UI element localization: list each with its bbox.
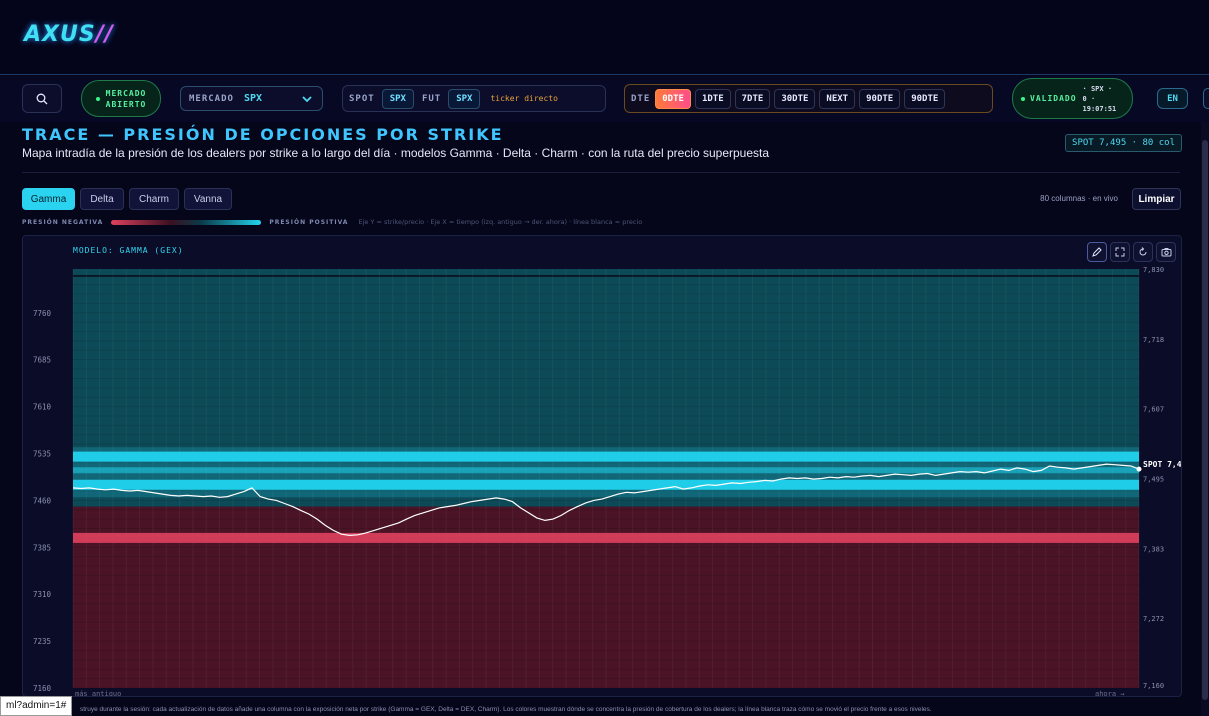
status-dot-icon	[1021, 96, 1025, 101]
search-button[interactable]	[22, 84, 62, 113]
dte-label: DTE	[631, 93, 651, 104]
pressure-legend: PRESIÓN NEGATIVA PRESIÓN POSITIVA Eje Y …	[22, 218, 642, 226]
spot-ticker-input[interactable]: SPX	[381, 88, 414, 109]
url-popup: ml?admin=1#	[0, 696, 73, 716]
heatmap-chart: SPOT 7,4 7760 7685 7610 7535 7460 7385 7310 723…	[22, 235, 1182, 697]
positive-band	[73, 451, 1139, 462]
fut-label: FUT	[421, 93, 442, 104]
right-axis-tick: 7,383	[1143, 546, 1164, 554]
page-title: TRACE — PRESIÓN DE OPCIONES POR STRIKE	[22, 125, 504, 144]
negative-band	[73, 532, 1139, 543]
validated-symbol: · SPX ·	[1082, 84, 1113, 93]
camera-icon	[1161, 248, 1171, 257]
right-axis-tick: 7,718	[1143, 336, 1164, 344]
market-value: SPX	[243, 93, 262, 104]
menu-button[interactable]	[1203, 88, 1209, 109]
main-content: TRACE — PRESIÓN DE OPCIONES POR STRIKE M…	[0, 122, 1201, 716]
market-select[interactable]: MERCADO SPX	[180, 86, 323, 111]
dte-option-7dte[interactable]: 7DTE	[734, 88, 771, 109]
tab-charm[interactable]: Charm	[129, 188, 179, 210]
tab-gamma[interactable]: Gamma	[22, 188, 75, 210]
dte-option-0dte[interactable]: 0DTE	[655, 88, 691, 109]
validated-badge: VALIDADO · SPX · 0 · 19:07:51	[1012, 78, 1133, 119]
right-axis-tick: 7,272	[1143, 615, 1164, 623]
model-label: MODELO: GAMMA (GEX)	[73, 246, 184, 255]
market-label: MERCADO	[189, 93, 234, 104]
right-axis-tick: 7,607	[1143, 405, 1164, 413]
right-axis-tick: 7,830	[1143, 266, 1164, 274]
fut-ticker-input[interactable]: SPX	[448, 88, 481, 109]
chevron-down-icon	[302, 96, 312, 103]
logo-text: AXUS	[24, 22, 96, 47]
page-subtitle: Mapa intradía de la presión de los deale…	[22, 146, 770, 160]
left-axis-tick: 7460	[33, 496, 52, 505]
logo-slash-icon: //	[95, 22, 114, 47]
validated-label: VALIDADO	[1030, 94, 1077, 103]
validated-count: 0 ·	[1082, 94, 1096, 103]
left-axis-tick: 7160	[33, 684, 52, 693]
spot-marker-label: SPOT 7,4	[1143, 460, 1182, 469]
language-button[interactable]: EN	[1157, 88, 1188, 109]
left-axis-tick: 7760	[33, 309, 52, 318]
spot-badge: SPOT 7,495 · 80 col	[1065, 134, 1182, 152]
left-axis-tick: 7685	[33, 356, 51, 365]
control-bar: MERCADO ABIERTO MERCADO SPX SPOT SPX FUT…	[0, 76, 1209, 122]
divider	[22, 172, 1180, 173]
legend-negative-label: PRESIÓN NEGATIVA	[22, 218, 104, 226]
dte-option-90dte-a[interactable]: 90DTE	[859, 88, 901, 109]
tab-vanna[interactable]: Vanna	[184, 188, 232, 210]
edit-button[interactable]	[1087, 242, 1107, 262]
dte-option-next[interactable]: NEXT	[819, 88, 856, 109]
fullscreen-button[interactable]	[1110, 242, 1130, 262]
status-dot-icon	[95, 96, 100, 101]
positive-band	[73, 479, 1139, 490]
language-label: EN	[1167, 93, 1178, 104]
market-status-badge: MERCADO ABIERTO	[81, 80, 161, 117]
ticker-direct-label: ticker directo	[490, 94, 558, 103]
right-axis-tick: 7,495	[1143, 476, 1164, 484]
x-axis-right-label: ahora →	[1095, 690, 1125, 697]
top-header: AXUS//	[0, 0, 1209, 75]
market-status-line2: ABIERTO	[105, 99, 147, 109]
spot-fut-group: SPOT SPX FUT SPX ticker directo	[342, 85, 606, 112]
heatmap-svg: SPOT 7,4 7760 7685 7610 7535 7460 7385 7310 723…	[33, 266, 1182, 697]
dte-option-1dte[interactable]: 1DTE	[694, 88, 731, 109]
footer-description: struye durante la sesión: cada actualiza…	[80, 706, 932, 713]
left-axis-tick: 7235	[33, 637, 51, 646]
app-logo[interactable]: AXUS//	[24, 22, 114, 47]
legend-positive-label: PRESIÓN POSITIVA	[269, 218, 349, 226]
spot-dot	[1136, 466, 1142, 472]
left-axis-tick: 7610	[33, 403, 52, 412]
legend-gradient	[111, 219, 262, 225]
market-status-line1: MERCADO	[105, 88, 147, 98]
validated-time: 19:07:51	[1082, 104, 1117, 113]
left-axis-tick: 7535	[33, 449, 51, 458]
left-axis-tick: 7310	[33, 590, 52, 599]
search-icon	[36, 93, 48, 104]
dte-option-90dte-b[interactable]: 90DTE	[904, 88, 946, 109]
scrollbar-thumb[interactable]	[1202, 140, 1208, 700]
spot-label: SPOT	[349, 93, 375, 104]
x-axis-left-label: más antiguo	[75, 690, 121, 697]
screenshot-button[interactable]	[1156, 242, 1176, 262]
refresh-icon	[1139, 247, 1147, 256]
dte-option-30dte[interactable]: 30DTE	[774, 88, 816, 109]
reset-button[interactable]	[1133, 242, 1153, 262]
left-axis-tick: 7385	[33, 543, 51, 552]
expand-icon	[1115, 247, 1125, 257]
tab-delta[interactable]: Delta	[80, 188, 124, 210]
legend-hint: Eje Y = strike/precio · Eje X = tiempo (…	[358, 218, 643, 226]
clear-button[interactable]: Limpiar	[1132, 188, 1181, 210]
right-axis-tick: 7,160	[1143, 682, 1164, 690]
dte-selector: DTE 0DTE 1DTE 7DTE 30DTE NEXT 90DTE 90DT…	[624, 84, 993, 113]
pencil-icon	[1092, 247, 1102, 257]
columns-info: 80 columnas · en vivo	[1040, 194, 1118, 203]
